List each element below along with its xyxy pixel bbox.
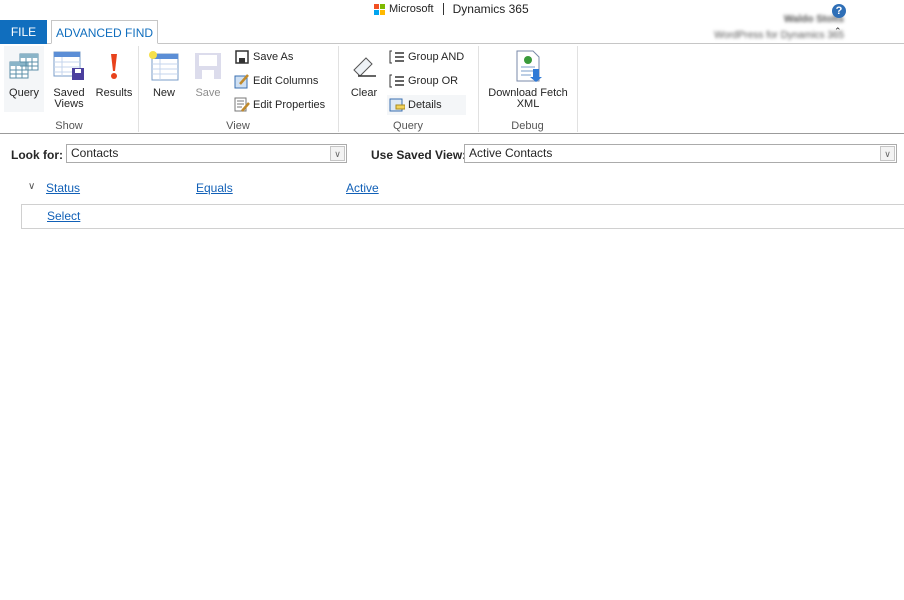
user-name: Waldo Stolts [783, 14, 844, 25]
group-label-debug: Debug [511, 120, 544, 132]
group-label-view: View [226, 120, 250, 132]
edit-properties-icon [234, 97, 250, 113]
results-button[interactable]: Results [93, 48, 135, 99]
download-fetch-xml-button[interactable]: Download Fetch XML [482, 48, 574, 110]
new-view-icon [144, 48, 184, 84]
edit-columns-button[interactable]: Edit Columns [232, 71, 327, 91]
query-button[interactable]: Query [4, 46, 44, 112]
question-circle-icon[interactable]: ? [832, 4, 846, 18]
query-small-buttons: Group AND Group OR Details [387, 47, 467, 115]
criteria-value-link[interactable]: Active [346, 181, 379, 195]
eraser-icon [344, 48, 384, 84]
exclamation-icon [93, 48, 135, 84]
saved-views-button[interactable]: Saved Views [48, 48, 90, 110]
group-label-query: Query [393, 120, 423, 132]
group-label-show: Show [55, 120, 83, 132]
tab-advanced-find[interactable]: ADVANCED FIND [51, 20, 158, 44]
brand-name: Microsoft [389, 3, 434, 15]
product-name: Dynamics 365 [452, 2, 529, 16]
edit-properties-button[interactable]: Edit Properties [232, 95, 327, 115]
new-criteria-row [21, 204, 904, 229]
chevron-down-icon[interactable]: ∨ [28, 181, 35, 192]
group-and-button[interactable]: Group AND [387, 47, 466, 67]
microsoft-logo-icon [374, 3, 385, 15]
chevron-down-icon[interactable]: ∨ [880, 146, 895, 161]
download-xml-icon [482, 48, 574, 84]
chevron-up-icon[interactable]: ⌃ [834, 26, 842, 37]
clear-button[interactable]: Clear [344, 48, 384, 99]
look-for-label: Look for: [11, 148, 63, 162]
saved-views-icon [48, 48, 90, 84]
edit-columns-icon [234, 73, 250, 89]
criteria-operator-link[interactable]: Equals [196, 181, 233, 195]
details-icon [389, 97, 405, 113]
brand-header: Microsoft Dynamics 365 [374, 2, 529, 16]
query-grid-icon [4, 48, 44, 84]
chevron-down-icon[interactable]: ∨ [330, 146, 345, 161]
view-small-buttons: Save As Edit Columns Edit Properties [232, 47, 327, 115]
details-button[interactable]: Details [387, 95, 467, 115]
divider [0, 133, 904, 134]
user-info[interactable]: Waldo Stolts WordPress for Dynamics 365 [714, 12, 844, 44]
group-or-button[interactable]: Group OR [387, 71, 466, 91]
divider [442, 3, 444, 15]
save-button[interactable]: Save [188, 48, 228, 99]
saved-view-label: Use Saved View: [371, 148, 467, 162]
save-as-button[interactable]: Save As [232, 47, 327, 67]
org-name: WordPress for Dynamics 365 [714, 30, 844, 41]
save-as-icon [234, 49, 250, 65]
saved-view-select[interactable]: Active Contacts ∨ [464, 144, 897, 163]
group-divider [577, 46, 578, 132]
tab-file[interactable]: FILE [0, 20, 47, 44]
criteria-field-link[interactable]: Status [46, 181, 80, 195]
group-or-icon [389, 73, 405, 89]
new-button[interactable]: New [144, 48, 184, 99]
group-and-icon [389, 49, 405, 65]
look-for-select[interactable]: Contacts ∨ [66, 144, 347, 163]
select-field-link[interactable]: Select [47, 209, 80, 223]
save-disk-icon [188, 48, 228, 84]
